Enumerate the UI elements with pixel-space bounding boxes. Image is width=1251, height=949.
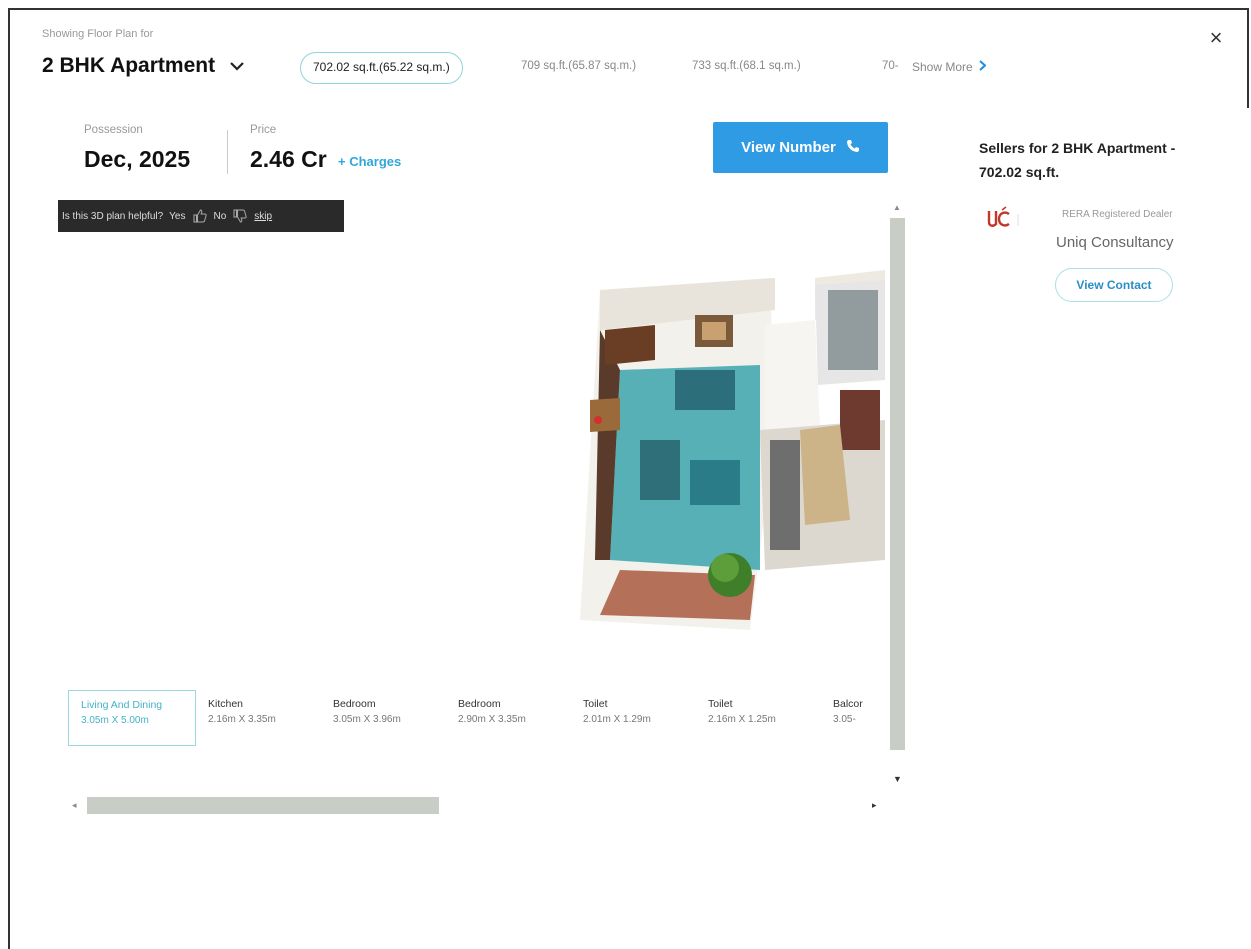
size-option-selected[interactable]: 702.02 sq.ft.(65.22 sq.m.) [300, 52, 463, 84]
close-icon[interactable]: × [1204, 26, 1228, 50]
scroll-up-arrow-icon[interactable]: ▲ [893, 203, 901, 212]
phone-icon [846, 139, 860, 157]
room-size: 3.05m X 5.00m [81, 715, 149, 726]
floor-plan-render [580, 270, 885, 630]
horizontal-scrollbar-thumb[interactable] [87, 797, 439, 814]
view-number-button[interactable]: View Number [713, 122, 888, 173]
room-name: Living And Dining [81, 699, 163, 711]
price-value: 2.46 Cr [250, 146, 327, 172]
room-size: 2.16m X 3.35m [208, 714, 276, 725]
price-label: Price [250, 124, 277, 136]
room-tab-toilet-2[interactable]: Toilet 2.16m X 1.25m [696, 690, 821, 746]
sellers-title: Sellers for 2 BHK Apartment - 702.02 sq.… [979, 140, 1176, 180]
thumbs-down-icon[interactable] [232, 208, 248, 224]
apartment-type-title: 2 BHK Apartment [42, 54, 216, 77]
charges-link[interactable]: + Charges [338, 154, 401, 169]
dealer-name: Uniq Consultancy [1056, 234, 1174, 251]
room-tab-balcony[interactable]: Balcor 3.05- [821, 690, 871, 746]
possession-value: Dec, 2025 [84, 146, 191, 172]
room-size: 3.05m X 3.96m [333, 714, 401, 725]
feedback-no[interactable]: No [214, 211, 227, 222]
room-size: 2.90m X 3.35m [458, 714, 526, 725]
room-size: 2.01m X 1.29m [583, 714, 651, 725]
show-more-button[interactable]: Show More [912, 60, 987, 74]
room-tab-kitchen[interactable]: Kitchen 2.16m X 3.35m [196, 690, 321, 746]
show-more-label: Show More [912, 60, 973, 74]
room-size: 2.16m X 1.25m [708, 714, 776, 725]
room-size: 3.05- [833, 714, 856, 725]
room-tab-toilet-1[interactable]: Toilet 2.01m X 1.29m [571, 690, 696, 746]
summary-divider [227, 130, 228, 174]
room-name: Balcor [833, 698, 863, 710]
chevron-down-icon[interactable] [229, 58, 245, 74]
rera-badge: RERA Registered Dealer [1062, 209, 1173, 220]
chevron-right-icon [979, 60, 987, 74]
dealer-logo [985, 206, 1021, 232]
plan-feedback-bar: Is this 3D plan helpful? Yes No skip [58, 200, 344, 232]
possession-label: Possession [84, 124, 143, 136]
thumbs-up-icon[interactable] [192, 208, 208, 224]
feedback-yes[interactable]: Yes [169, 211, 185, 222]
room-tab-living-dining[interactable]: Living And Dining 3.05m X 5.00m [68, 690, 196, 746]
modal-frame-edge [1247, 8, 1249, 108]
size-option[interactable]: 733 sq.ft.(68.1 sq.m.) [692, 60, 801, 72]
scroll-left-arrow-icon[interactable]: ◂ [72, 800, 77, 811]
size-option[interactable]: 70- [882, 60, 899, 72]
3d-floor-plan[interactable] [560, 270, 885, 650]
room-name: Bedroom [458, 698, 501, 710]
room-tab-bedroom-2[interactable]: Bedroom 2.90m X 3.35m [446, 690, 571, 746]
room-name: Toilet [708, 698, 733, 710]
apartment-type-selector[interactable]: 2 BHK Apartment [42, 54, 245, 78]
size-option[interactable]: 709 sq.ft.(65.87 sq.m.) [521, 60, 636, 72]
vertical-scrollbar-thumb[interactable] [890, 218, 905, 750]
room-name: Kitchen [208, 698, 244, 710]
showing-label: Showing Floor Plan for [42, 28, 154, 40]
feedback-skip-link[interactable]: skip [254, 211, 272, 222]
scroll-down-arrow-icon[interactable]: ▼ [893, 774, 902, 784]
room-name: Bedroom [333, 698, 376, 710]
view-number-label: View Number [741, 139, 836, 156]
feedback-question: Is this 3D plan helpful? [62, 210, 164, 222]
room-list: Living And Dining 3.05m X 5.00m Kitchen … [68, 690, 888, 746]
room-name: Toilet [583, 698, 608, 710]
scroll-right-arrow-icon[interactable]: ▸ [872, 800, 877, 811]
view-contact-button[interactable]: View Contact [1055, 268, 1173, 302]
room-tab-bedroom-1[interactable]: Bedroom 3.05m X 3.96m [321, 690, 446, 746]
